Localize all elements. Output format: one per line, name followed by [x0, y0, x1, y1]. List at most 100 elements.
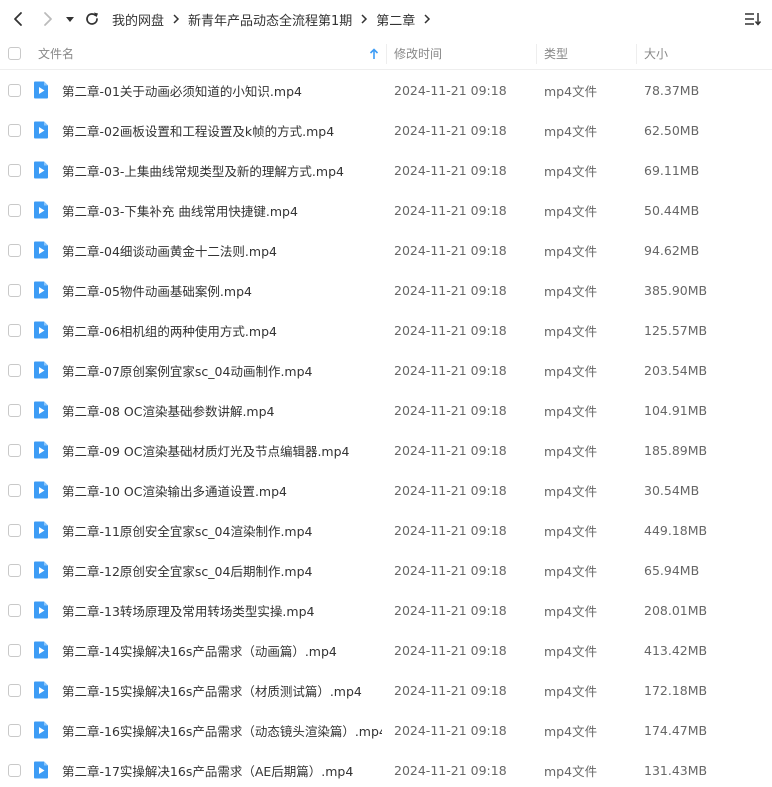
file-row[interactable]: 第二章-03-上集曲线常规类型及新的理解方式.mp4 2024-11-21 09:… [0, 150, 772, 190]
row-checkbox[interactable] [8, 403, 21, 417]
video-file-icon [33, 510, 51, 550]
video-file-icon [33, 150, 51, 190]
file-row[interactable]: 第二章-05物件动画基础案例.mp4 2024-11-21 09:18 mp4文件 3… [0, 270, 772, 310]
file-name[interactable]: 第二章-08 OC渲染基础参数讲解.mp4 [62, 390, 382, 430]
row-checkbox[interactable] [8, 163, 21, 177]
file-name[interactable]: 第二章-10 OC渲染输出多通道设置.mp4 [62, 470, 382, 510]
file-name[interactable]: 第二章-01关于动画必须知道的小知识.mp4 [62, 70, 382, 110]
breadcrumb-item-course[interactable]: 新青年产品动态全流程第1期 [188, 10, 352, 29]
row-checkbox[interactable] [8, 683, 21, 697]
caret-down-icon [66, 17, 74, 22]
file-row[interactable]: 第二章-17实操解决16s产品需求（AE后期篇）.mp4 2024-11-21 0… [0, 750, 772, 787]
file-mtime: 2024-11-21 09:18 [394, 322, 507, 338]
row-checkbox[interactable] [8, 203, 21, 217]
file-mtime: 2024-11-21 09:18 [394, 402, 507, 418]
file-row[interactable]: 第二章-08 OC渲染基础参数讲解.mp4 2024-11-21 09:18 mp4… [0, 390, 772, 430]
file-mtime: 2024-11-21 09:18 [394, 602, 507, 618]
column-type-header[interactable]: 类型 [544, 38, 634, 69]
row-checkbox-cell [8, 550, 24, 590]
forward-button[interactable] [36, 6, 60, 32]
row-checkbox[interactable] [8, 123, 21, 137]
sort-options-button[interactable] [742, 8, 764, 30]
file-name[interactable]: 第二章-16实操解决16s产品需求（动态镜头渲染篇）.mp4 [62, 710, 382, 750]
file-name[interactable]: 第二章-04细谈动画黄金十二法则.mp4 [62, 230, 382, 270]
file-mtime: 2024-11-21 09:18 [394, 642, 507, 658]
file-name[interactable]: 第二章-17实操解决16s产品需求（AE后期篇）.mp4 [62, 750, 382, 787]
file-size: 94.62MB [644, 242, 700, 258]
file-mtime: 2024-11-21 09:18 [394, 122, 507, 138]
video-file-icon [33, 390, 51, 430]
file-name[interactable]: 第二章-03-下集补充 曲线常用快捷键.mp4 [62, 190, 382, 230]
row-checkbox[interactable] [8, 443, 21, 457]
file-row[interactable]: 第二章-04细谈动画黄金十二法则.mp4 2024-11-21 09:18 mp4文… [0, 230, 772, 270]
chevron-right-icon [423, 14, 431, 24]
file-row[interactable]: 第二章-01关于动画必须知道的小知识.mp4 2024-11-21 09:18 mp… [0, 70, 772, 110]
file-row[interactable]: 第二章-06相机组的两种使用方式.mp4 2024-11-21 09:18 mp4文… [0, 310, 772, 350]
column-size-header[interactable]: 大小 [644, 38, 764, 69]
chevron-right-icon [172, 14, 180, 24]
file-size: 131.43MB [644, 762, 708, 778]
row-checkbox[interactable] [8, 243, 21, 257]
file-row[interactable]: 第二章-16实操解决16s产品需求（动态镜头渲染篇）.mp4 2024-11-21… [0, 710, 772, 750]
column-mtime-header[interactable]: 修改时间 [394, 38, 534, 69]
file-row[interactable]: 第二章-12原创安全宜家sc_04后期制作.mp4 2024-11-21 09:1… [0, 550, 772, 590]
file-name[interactable]: 第二章-11原创安全宜家sc_04渲染制作.mp4 [62, 510, 382, 550]
file-row[interactable]: 第二章-02画板设置和工程设置及k帧的方式.mp4 2024-11-21 09:1… [0, 110, 772, 150]
row-checkbox-cell [8, 230, 24, 270]
file-row[interactable]: 第二章-11原创安全宜家sc_04渲染制作.mp4 2024-11-21 09:1… [0, 510, 772, 550]
chevron-right-icon [360, 14, 368, 24]
file-size: 208.01MB [644, 602, 708, 618]
column-name-header[interactable]: 文件名 [38, 38, 384, 69]
file-row[interactable]: 第二章-03-下集补充 曲线常用快捷键.mp4 2024-11-21 09:18 m… [0, 190, 772, 230]
refresh-button[interactable] [80, 6, 104, 32]
file-name[interactable]: 第二章-13转场原理及常用转场类型实操.mp4 [62, 590, 382, 630]
file-row[interactable]: 第二章-15实操解决16s产品需求（材质测试篇）.mp4 2024-11-21 0… [0, 670, 772, 710]
row-checkbox[interactable] [8, 363, 21, 377]
file-type: mp4文件 [544, 643, 598, 659]
column-divider[interactable] [386, 44, 387, 64]
row-checkbox[interactable] [8, 723, 21, 737]
select-all-checkbox[interactable] [8, 47, 21, 60]
row-checkbox[interactable] [8, 763, 21, 777]
breadcrumb-item-chapter[interactable]: 第二章 [376, 10, 415, 29]
file-name[interactable]: 第二章-14实操解决16s产品需求（动画篇）.mp4 [62, 630, 382, 670]
file-manager-window: 我的网盘 新青年产品动态全流程第1期 第二章 文件名 修改时间 类型 大小 第二… [0, 0, 772, 787]
file-name[interactable]: 第二章-05物件动画基础案例.mp4 [62, 270, 382, 310]
row-checkbox[interactable] [8, 563, 21, 577]
row-checkbox[interactable] [8, 323, 21, 337]
row-checkbox[interactable] [8, 523, 21, 537]
back-button[interactable] [6, 6, 30, 32]
file-row[interactable]: 第二章-14实操解决16s产品需求（动画篇）.mp4 2024-11-21 09:… [0, 630, 772, 670]
file-name[interactable]: 第二章-15实操解决16s产品需求（材质测试篇）.mp4 [62, 670, 382, 710]
row-checkbox[interactable] [8, 283, 21, 297]
history-dropdown-button[interactable] [62, 6, 78, 32]
file-name[interactable]: 第二章-03-上集曲线常规类型及新的理解方式.mp4 [62, 150, 382, 190]
row-checkbox-cell [8, 70, 24, 110]
arrow-up-icon[interactable] [368, 46, 380, 62]
file-name[interactable]: 第二章-07原创案例宜家sc_04动画制作.mp4 [62, 350, 382, 390]
file-type: mp4文件 [544, 283, 598, 299]
row-checkbox-cell [8, 590, 24, 630]
video-file-icon [33, 350, 51, 390]
row-checkbox[interactable] [8, 603, 21, 617]
chevron-right-icon [44, 12, 52, 26]
row-checkbox-cell [8, 310, 24, 350]
file-name[interactable]: 第二章-06相机组的两种使用方式.mp4 [62, 310, 382, 350]
file-row[interactable]: 第二章-07原创案例宜家sc_04动画制作.mp4 2024-11-21 09:1… [0, 350, 772, 390]
file-type: mp4文件 [544, 683, 598, 699]
file-size: 203.54MB [644, 362, 708, 378]
file-name[interactable]: 第二章-09 OC渲染基础材质灯光及节点编辑器.mp4 [62, 430, 382, 470]
breadcrumb-item-root[interactable]: 我的网盘 [112, 10, 164, 29]
file-name[interactable]: 第二章-02画板设置和工程设置及k帧的方式.mp4 [62, 110, 382, 150]
file-row[interactable]: 第二章-10 OC渲染输出多通道设置.mp4 2024-11-21 09:18 mp… [0, 470, 772, 510]
file-type: mp4文件 [544, 323, 598, 339]
row-checkbox[interactable] [8, 643, 21, 657]
file-row[interactable]: 第二章-09 OC渲染基础材质灯光及节点编辑器.mp4 2024-11-21 09… [0, 430, 772, 470]
file-name[interactable]: 第二章-12原创安全宜家sc_04后期制作.mp4 [62, 550, 382, 590]
row-checkbox[interactable] [8, 483, 21, 497]
column-divider[interactable] [536, 44, 537, 64]
row-checkbox[interactable] [8, 83, 21, 97]
row-checkbox-cell [8, 510, 24, 550]
column-divider[interactable] [636, 44, 637, 64]
file-row[interactable]: 第二章-13转场原理及常用转场类型实操.mp4 2024-11-21 09:18 m… [0, 590, 772, 630]
